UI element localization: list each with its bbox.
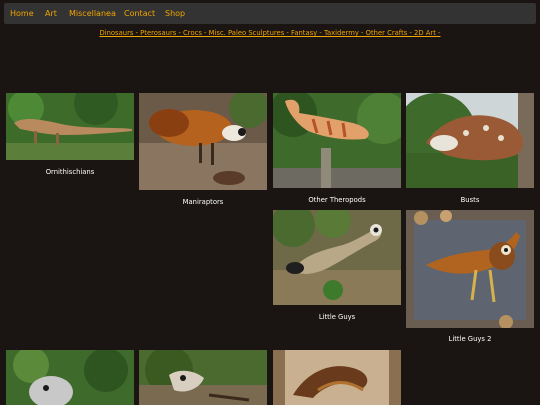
nav-shop-link[interactable]: Shop [165,3,185,24]
thumbnail-busts[interactable] [406,93,534,188]
thumbnail-bottom-3[interactable] [273,350,401,405]
nav-contact-link[interactable]: Contact [124,3,155,24]
caption-other-theropods: Other Theropods [308,196,366,204]
thumbnail-bottom-2[interactable] [139,350,267,405]
caption-ornithischians: Ornithischians [45,168,95,176]
thumbnail-ornithischians[interactable] [6,93,134,160]
top-navbar: Home Art Miscellanea Contact Shop [4,3,536,24]
caption-maniraptors: Maniraptors [182,198,224,206]
nav-art-link[interactable]: Art [45,3,57,24]
thumbnail-little-guys[interactable] [273,210,401,305]
caption-busts: Busts [460,196,480,204]
thumbnail-bottom-1[interactable] [6,350,134,405]
nav-miscellanea-link[interactable]: Miscellanea [69,3,116,24]
caption-little-guys: Little Guys [318,313,356,321]
thumbnail-little-guys-2[interactable] [406,210,534,328]
thumbnail-maniraptors[interactable] [139,93,267,190]
caption-little-guys-2: Little Guys 2 [448,335,492,343]
category-links[interactable]: Dinosaurs - Pterosaurs - Crocs - Misc. P… [0,29,540,37]
thumbnail-other-theropods[interactable] [273,93,401,188]
nav-home-link[interactable]: Home [10,3,34,24]
